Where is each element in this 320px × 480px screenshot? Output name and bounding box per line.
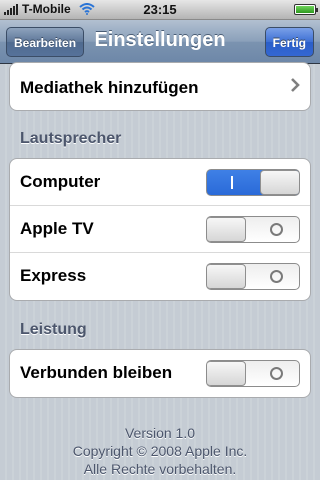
stay-connected-toggle[interactable] — [206, 360, 300, 387]
rights-text: Alle Rechte vorbehalten. — [83, 461, 237, 477]
speaker-label-computer: Computer — [20, 172, 101, 191]
copyright-text: Copyright © 2008 Apple Inc. — [72, 443, 248, 459]
speaker-row-express: Express — [10, 253, 310, 300]
version-text: Version 1.0 — [124, 425, 196, 441]
speaker-label-apple-tv: Apple TV — [20, 219, 94, 238]
speakers-group: Computer Apple TV Express — [9, 158, 311, 301]
about-footer: Version 1.0 Copyright © 2008 Apple Inc. … — [0, 424, 320, 478]
speaker-label-express: Express — [20, 266, 87, 285]
stay-connected-label: Verbunden bleiben — [20, 363, 173, 382]
status-time: 23:15 — [143, 2, 177, 17]
done-button[interactable]: Fertig — [264, 27, 314, 57]
speaker-toggle-computer[interactable] — [206, 169, 300, 196]
speaker-toggle-apple-tv[interactable] — [206, 216, 300, 243]
speaker-row-computer: Computer — [10, 159, 310, 206]
performance-group: Verbunden bleiben — [9, 349, 311, 398]
speaker-row-apple-tv: Apple TV — [10, 206, 310, 253]
navigation-bar: Bearbeiten Einstellungen Fertig — [0, 20, 320, 64]
performance-header: Leistung — [20, 321, 87, 338]
library-group: Mediathek hinzufügen — [9, 62, 311, 111]
battery-fill — [296, 6, 314, 13]
speakers-header: Lautsprecher — [20, 130, 122, 147]
chevron-right-icon — [291, 78, 300, 92]
status-bar: T-Mobile 23:15 — [0, 0, 320, 20]
speaker-toggle-express[interactable] — [206, 263, 300, 290]
stay-connected-row: Verbunden bleiben — [10, 350, 310, 397]
add-library-label: Mediathek hinzufügen — [20, 78, 199, 97]
add-library-row[interactable]: Mediathek hinzufügen — [10, 63, 310, 110]
battery-icon — [294, 4, 318, 15]
